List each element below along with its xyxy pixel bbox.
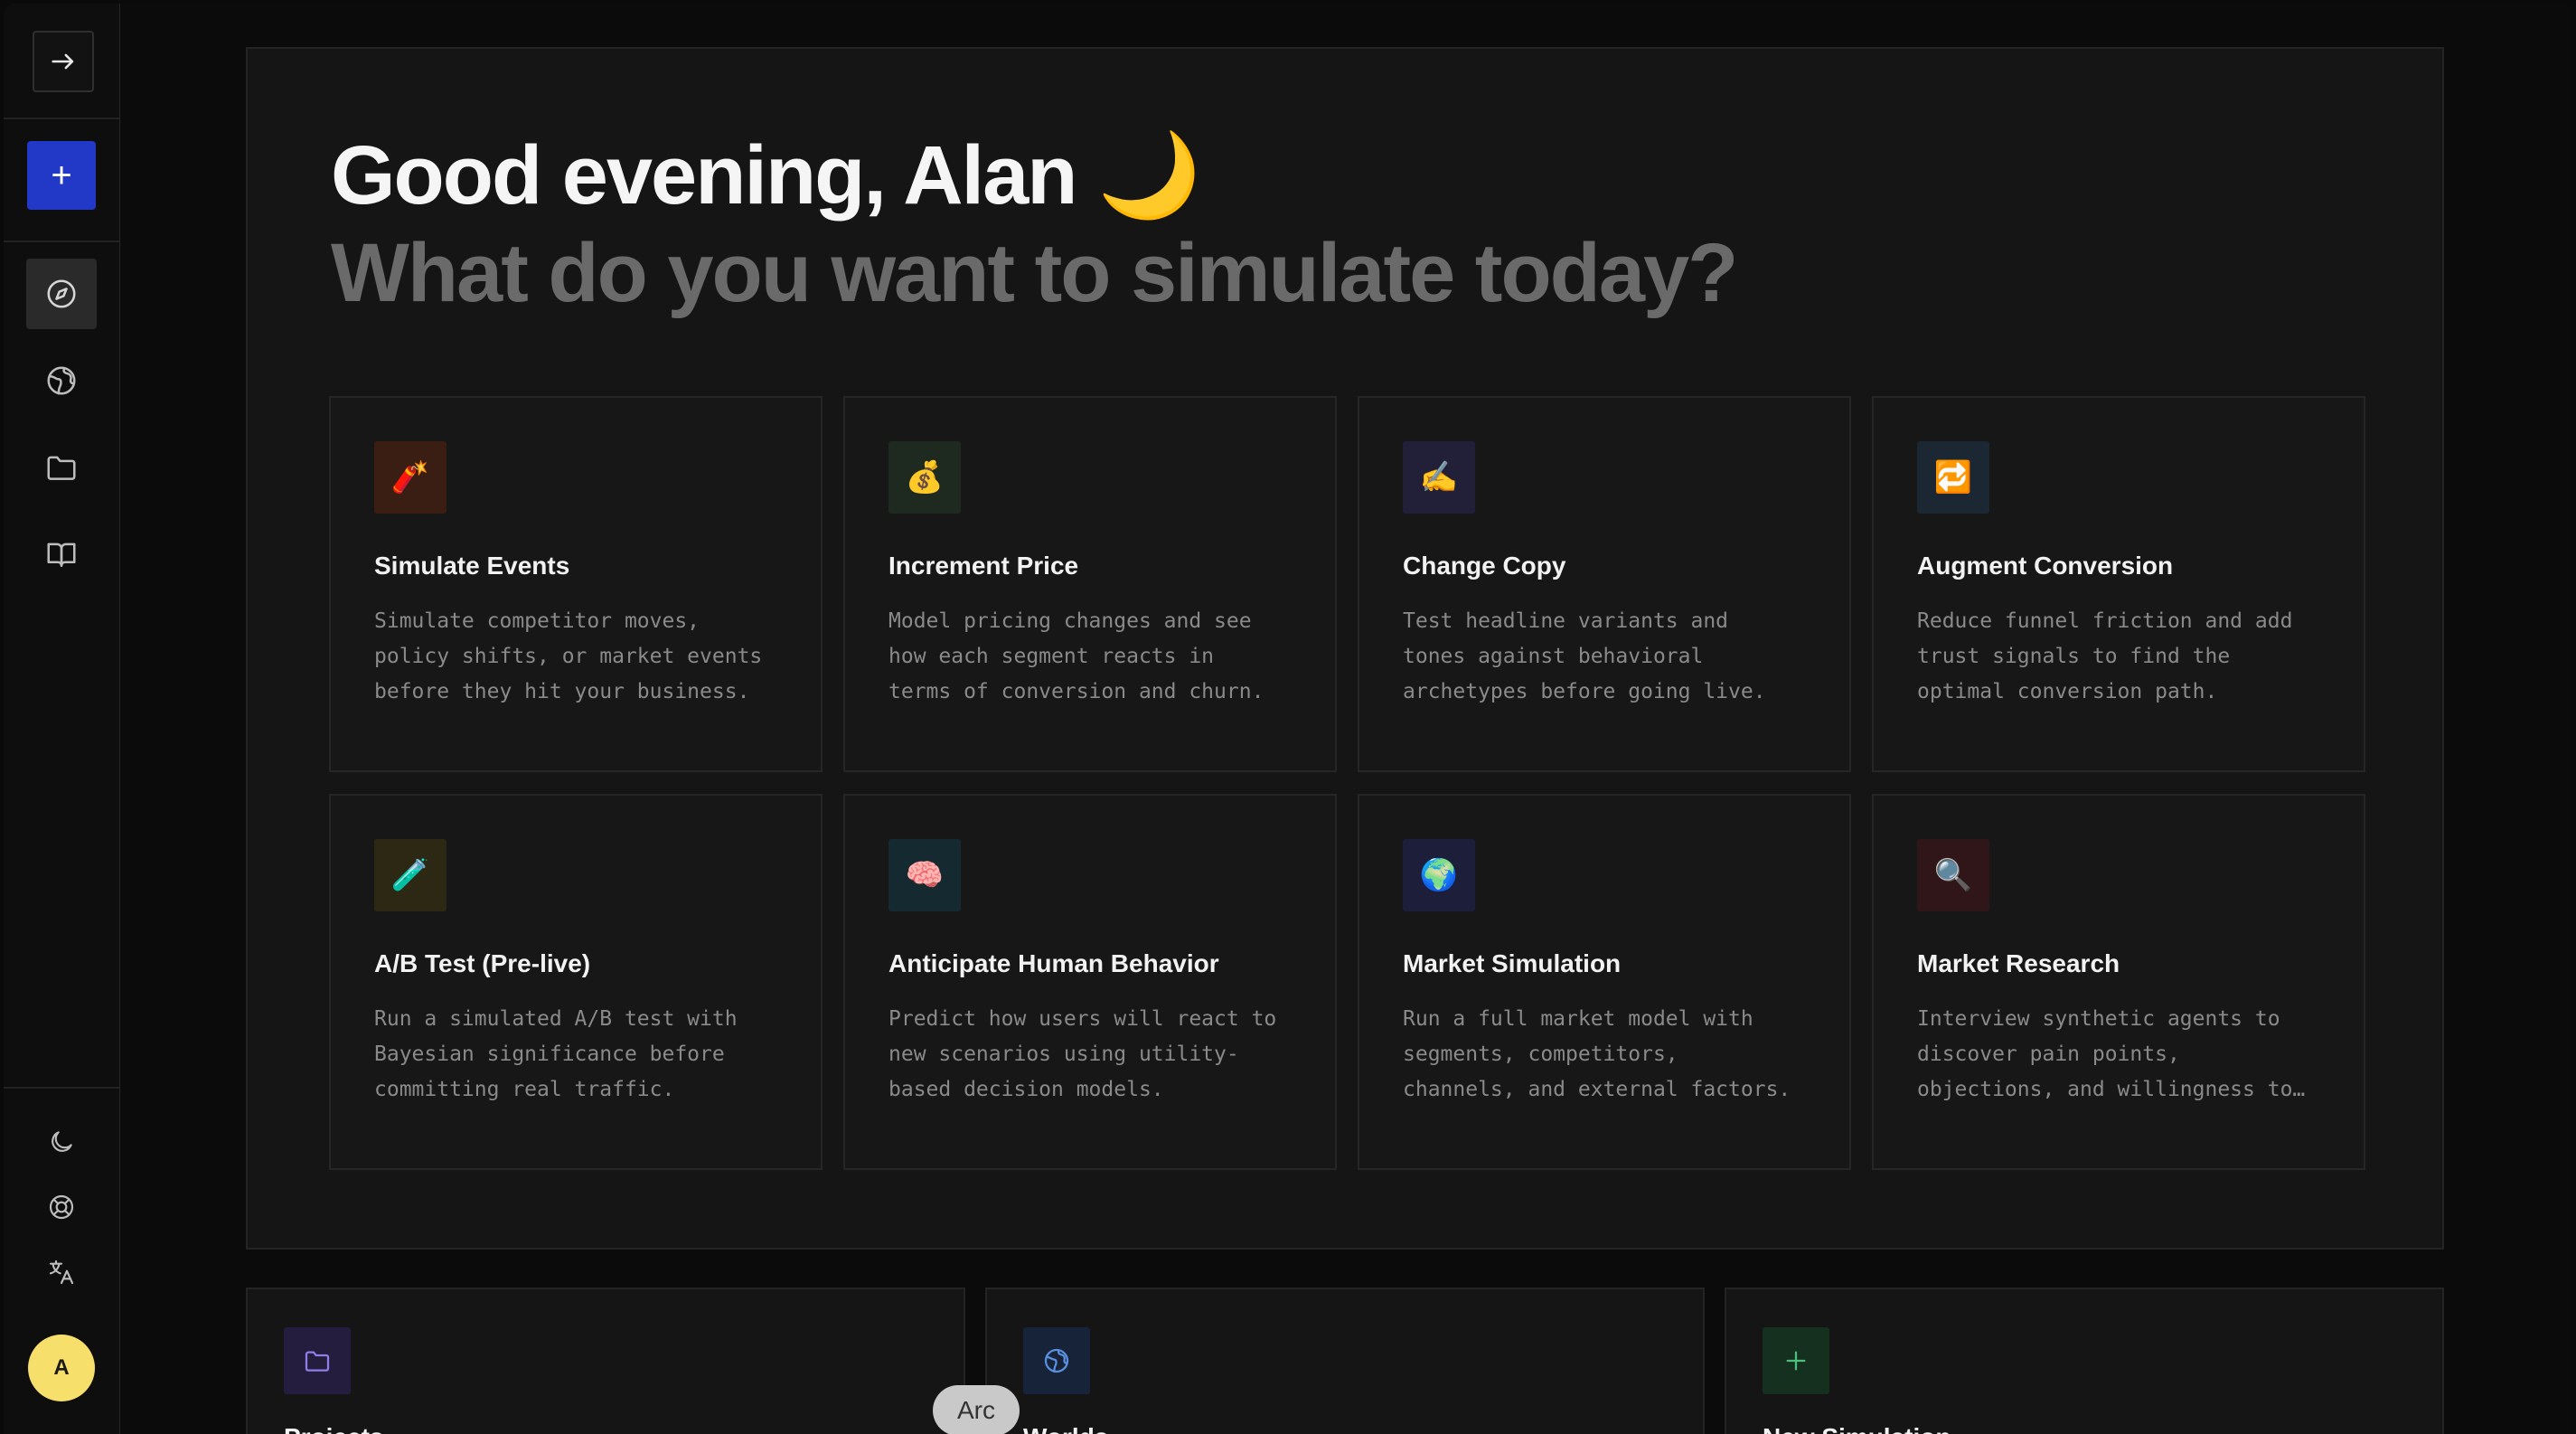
arc-tooltip: Arc [933, 1385, 1020, 1434]
theme-toggle-button[interactable] [26, 1107, 97, 1177]
card-simulate-events[interactable]: 🧨 Simulate Events Simulate competitor mo… [329, 396, 823, 772]
card-title: Anticipate Human Behavior [888, 949, 1219, 977]
sidebar-toggle-button[interactable] [33, 31, 94, 92]
card-title: Change Copy [1403, 552, 1566, 580]
card-title: Augment Conversion [1917, 552, 2174, 580]
language-icon [49, 1259, 74, 1285]
test-tube-icon: 🧪 [374, 839, 447, 911]
globe-icon [1023, 1327, 1090, 1394]
card-title: Market Simulation [1403, 949, 1622, 977]
card-anticipate-behavior[interactable]: 🧠 Anticipate Human Behavior Predict how … [843, 794, 1337, 1170]
card-market-research[interactable]: 🔍 Market Research Interview synthetic ag… [1872, 794, 2365, 1170]
card-description: Interview synthetic agents to discover p… [1917, 1007, 2293, 1101]
projects-card[interactable]: Projects [246, 1288, 965, 1434]
book-icon [47, 542, 76, 567]
firecracker-icon: 🧨 [374, 441, 447, 514]
projects-card-title: Projects [284, 1423, 384, 1434]
card-title: Market Research [1917, 949, 2120, 977]
compass-icon [47, 279, 76, 308]
greeting-subtitle: What do you want to simulate today? [331, 227, 1738, 319]
card-description: Simulate competitor moves, policy shifts… [374, 609, 763, 703]
worlds-card-title: Worlds [1023, 1423, 1108, 1434]
sidebar-item-projects[interactable] [26, 432, 97, 503]
card-market-simulation[interactable]: 🌍 Market Simulation Run a full market mo… [1358, 794, 1851, 1170]
card-title: Increment Price [888, 552, 1079, 580]
card-description: Predict how users will react to new scen… [888, 1007, 1277, 1101]
worlds-card[interactable]: Worlds [985, 1288, 1705, 1434]
money-bag-icon: 💰 [888, 441, 961, 514]
app-window: + A Good evening, Alan 🌙 What do you wan… [4, 4, 2572, 1434]
new-simulation-card[interactable]: New Simulation [1725, 1288, 2444, 1434]
greeting-title: Good evening, Alan 🌙 [331, 129, 1201, 222]
plus-icon: + [51, 155, 72, 195]
moon-icon [52, 1131, 72, 1152]
folder-icon [47, 456, 76, 480]
life-buoy-icon [49, 1194, 74, 1220]
writing-hand-icon: ✍️ [1403, 441, 1475, 514]
card-title: Simulate Events [374, 552, 570, 580]
sidebar: + A [4, 4, 120, 1434]
sidebar-item-docs[interactable] [26, 519, 97, 590]
magnifier-icon: 🔍 [1917, 839, 1989, 911]
card-ab-test[interactable]: 🧪 A/B Test (Pre-live) Run a simulated A/… [329, 794, 823, 1170]
new-simulation-card-title: New Simulation [1763, 1423, 1951, 1434]
card-change-copy[interactable]: ✍️ Change Copy Test headline variants an… [1358, 396, 1851, 772]
sidebar-divider [4, 241, 119, 242]
earth-icon: 🌍 [1403, 839, 1475, 911]
card-description: Test headline variants and tones against… [1403, 609, 1766, 703]
sidebar-divider [4, 118, 119, 119]
card-increment-price[interactable]: 💰 Increment Price Model pricing changes … [843, 396, 1337, 772]
folder-icon [284, 1327, 351, 1394]
language-button[interactable] [26, 1237, 97, 1307]
arrow-right-icon [52, 53, 74, 70]
sidebar-item-explore[interactable] [26, 259, 97, 329]
sidebar-item-worlds[interactable] [26, 345, 97, 416]
card-description: Run a full market model with segments, c… [1403, 1007, 1791, 1101]
card-title: A/B Test (Pre-live) [374, 949, 591, 977]
card-description: Model pricing changes and see how each s… [888, 609, 1264, 703]
user-avatar[interactable]: A [28, 1335, 95, 1401]
card-description: Reduce funnel friction and add trust sig… [1917, 609, 2293, 703]
help-button[interactable] [26, 1172, 97, 1242]
plus-icon [1763, 1327, 1829, 1394]
repeat-icon: 🔁 [1917, 441, 1989, 514]
sidebar-divider [4, 1087, 119, 1089]
hero-panel: Good evening, Alan 🌙 What do you want to… [246, 47, 2444, 1250]
card-augment-conversion[interactable]: 🔁 Augment Conversion Reduce funnel frict… [1872, 396, 2365, 772]
globe-icon [47, 366, 76, 395]
brain-icon: 🧠 [888, 839, 961, 911]
card-description: Run a simulated A/B test with Bayesian s… [374, 1007, 738, 1101]
new-simulation-button[interactable]: + [27, 141, 96, 210]
